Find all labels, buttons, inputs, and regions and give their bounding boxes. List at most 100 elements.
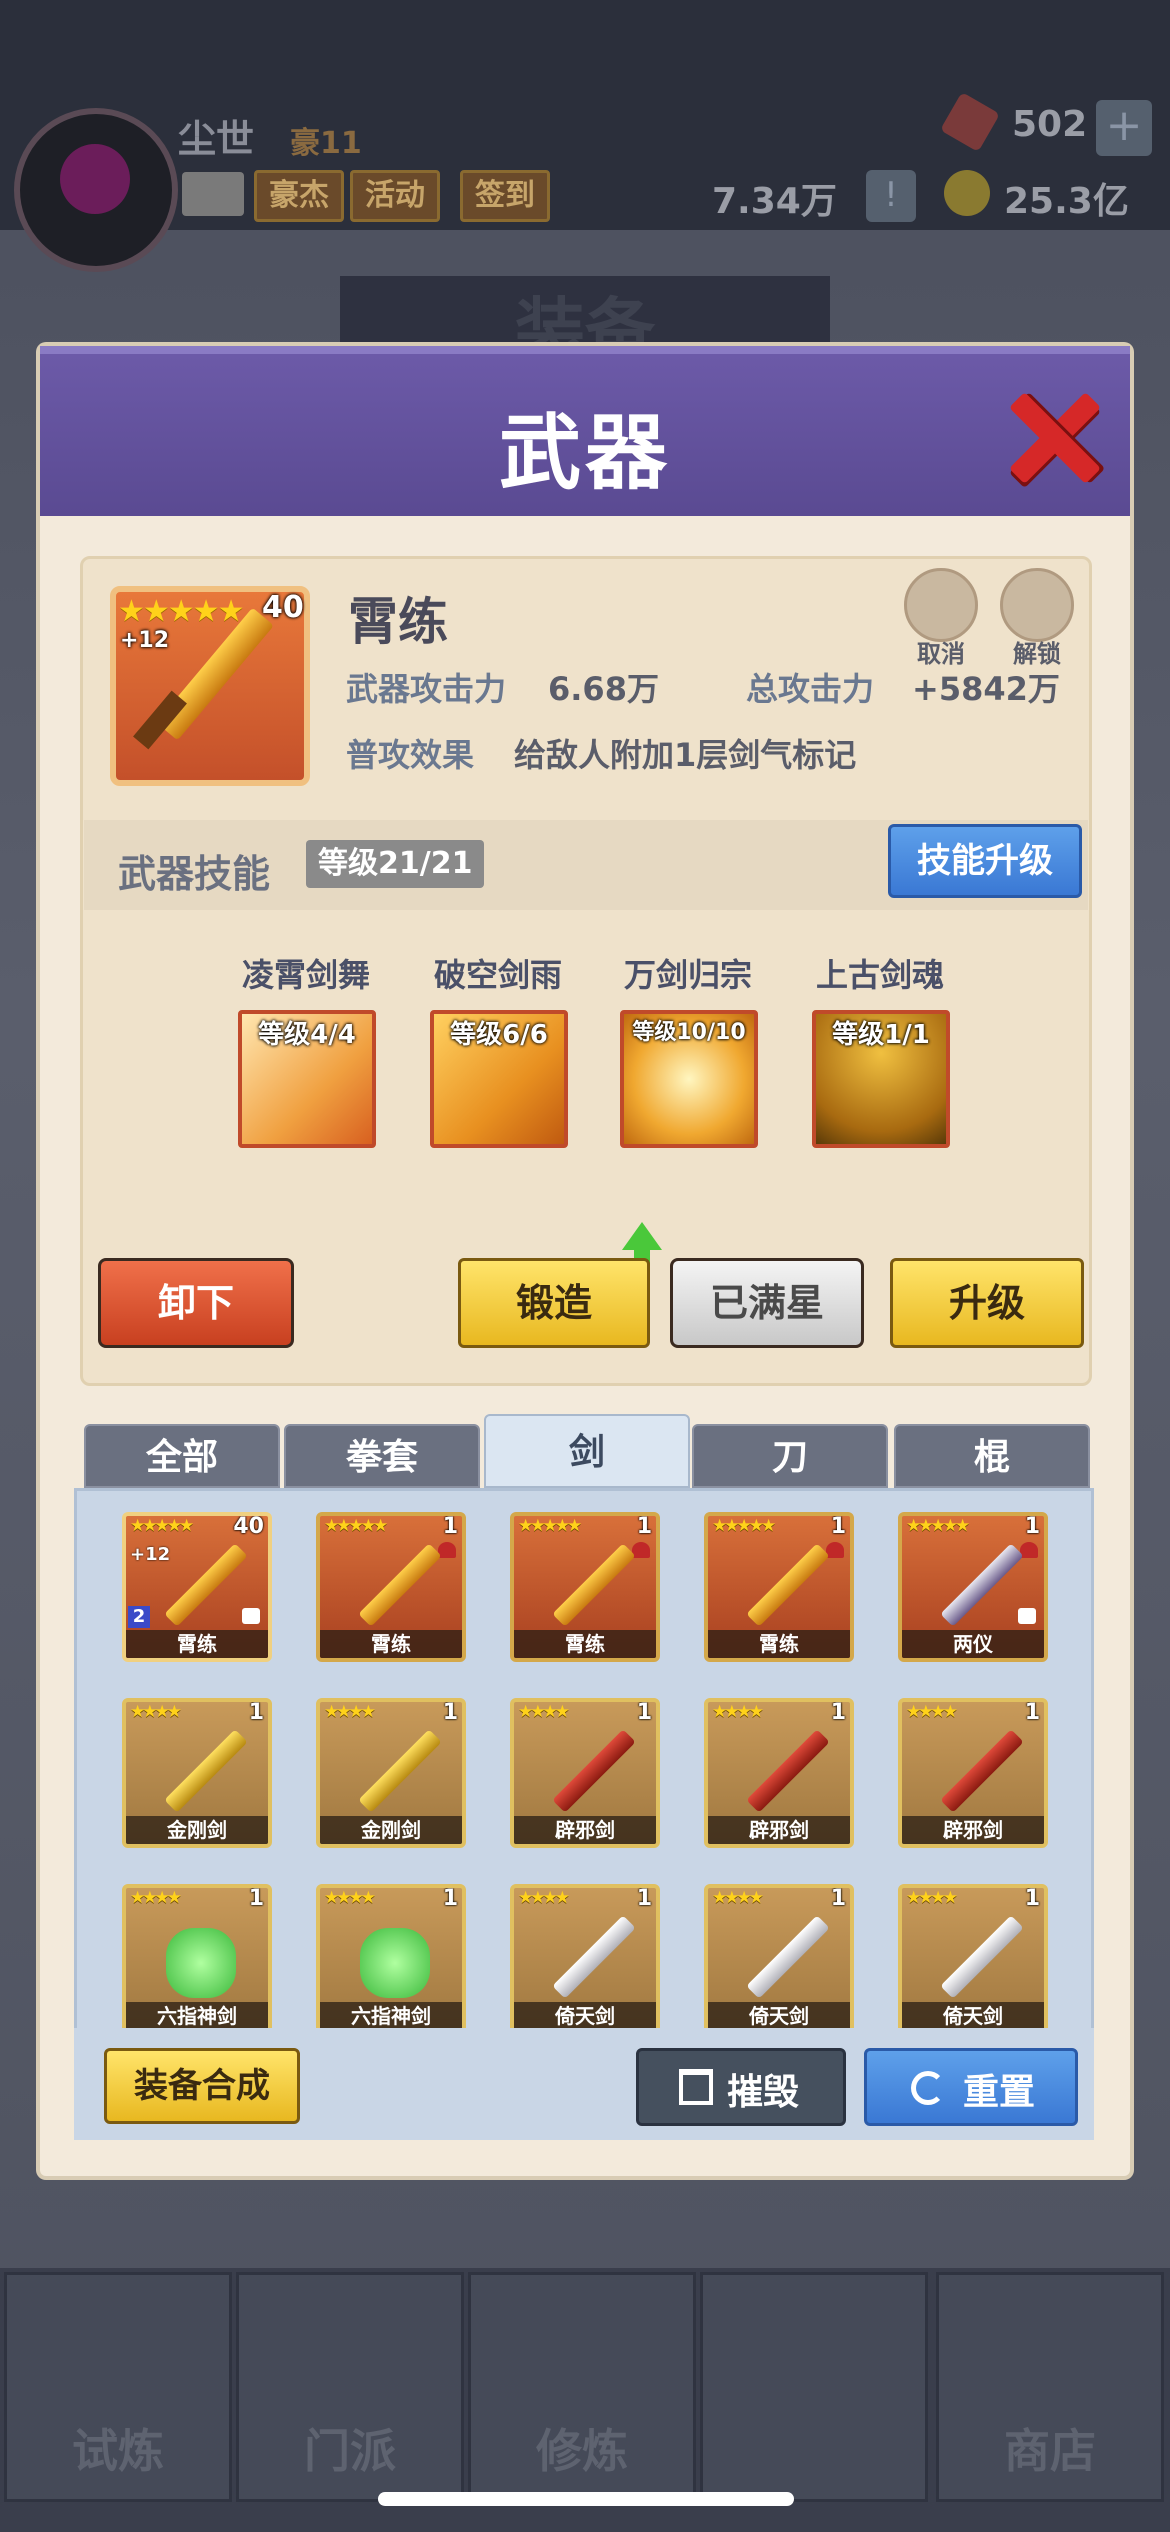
tag-checkin[interactable]: 签到 xyxy=(460,170,550,222)
destroy-label: 摧毁 xyxy=(727,2072,800,2113)
attack-label: 武器攻击力 xyxy=(346,670,507,708)
mail-icon[interactable] xyxy=(182,172,244,216)
slot-level: 1 xyxy=(248,1700,264,1725)
sword-icon xyxy=(746,1729,830,1813)
inventory-slot[interactable]: ★★★★★ 1 霄练 xyxy=(510,1512,660,1662)
sword-icon xyxy=(552,1543,636,1627)
slot-level: 1 xyxy=(830,1886,846,1911)
inventory-slot[interactable]: ★★★★★ 1 霄练 xyxy=(704,1512,854,1662)
forge-button[interactable]: 锻造 xyxy=(458,1258,650,1348)
reset-label: 重置 xyxy=(963,2072,1036,2113)
add-gems-button[interactable]: + xyxy=(1096,100,1152,156)
unequip-button[interactable]: 卸下 xyxy=(98,1258,294,1348)
nav-trial[interactable]: 试炼 xyxy=(4,2272,232,2502)
tab-staff[interactable]: 棍 xyxy=(894,1424,1090,1488)
sword-icon xyxy=(358,1543,442,1627)
heart-icon xyxy=(1020,1542,1038,1558)
reset-button[interactable]: 重置 xyxy=(864,2048,1078,2126)
sword-icon xyxy=(746,1543,830,1627)
lock-icon[interactable] xyxy=(1000,568,1074,642)
inventory-slot[interactable]: ★★★★ 1 六指神剑 xyxy=(122,1884,272,2034)
skills-title: 武器技能 xyxy=(118,852,271,896)
inventory-slot[interactable]: ★★★★ 1 倚天剑 xyxy=(704,1884,854,2034)
upgrade-available-arrow-icon xyxy=(622,1222,662,1250)
slot-stars: ★★★★★ xyxy=(518,1516,582,1536)
close-icon[interactable] xyxy=(1006,390,1102,486)
refresh-icon xyxy=(911,2071,945,2105)
skills-level-badge: 等级21/21 xyxy=(306,840,485,888)
heart-icon xyxy=(826,1542,844,1558)
slot-count: 2 xyxy=(128,1606,150,1628)
total-attack-value: +5842万 xyxy=(912,670,1060,708)
player-avatar[interactable] xyxy=(14,108,178,272)
skill-icon-2[interactable]: 等级6/6 xyxy=(430,1010,568,1148)
slot-name: 六指神剑 xyxy=(126,2002,268,2030)
inventory-slot[interactable]: ★★★★ 1 倚天剑 xyxy=(510,1884,660,2034)
inventory-slot[interactable]: ★★★★★ 1 霄练 xyxy=(316,1512,466,1662)
nav-shop[interactable]: 商店 xyxy=(936,2272,1164,2502)
slot-level: 1 xyxy=(830,1700,846,1725)
skill-name-2: 破空剑雨 xyxy=(433,956,562,994)
inventory-slot[interactable]: ★★★★ 1 六指神剑 xyxy=(316,1884,466,2034)
inventory-slot[interactable]: ★★★★ 1 金刚剑 xyxy=(316,1698,466,1848)
combine-button[interactable]: 装备合成 xyxy=(104,2048,300,2124)
skill-icon-3[interactable]: 等级10/10 xyxy=(620,1010,758,1148)
skill-level-4: 等级1/1 xyxy=(832,1020,930,1050)
tab-sword[interactable]: 剑 xyxy=(484,1414,690,1488)
attack-value: 6.68万 xyxy=(548,670,659,708)
heart-icon xyxy=(632,1542,650,1558)
slot-name: 辟邪剑 xyxy=(708,1816,850,1844)
slot-level: 1 xyxy=(1024,1886,1040,1911)
inventory-slot[interactable]: ★★★★ 1 辟邪剑 xyxy=(510,1698,660,1848)
weapon-name: 霄练 xyxy=(348,593,448,651)
inventory-slot[interactable]: ★★★★★ 40 +12 2 霄练 xyxy=(122,1512,272,1662)
inventory-slot[interactable]: ★★★★★ 1 两仪 xyxy=(898,1512,1048,1662)
tag-events[interactable]: 活动 xyxy=(350,170,440,222)
slot-name: 倚天剑 xyxy=(708,2002,850,2030)
max-star-button[interactable]: 已满星 xyxy=(670,1258,864,1348)
lock-icon xyxy=(1018,1608,1036,1624)
skill-icon-1[interactable]: 等级4/4 xyxy=(238,1010,376,1148)
slot-name: 霄练 xyxy=(126,1630,268,1658)
skill-icon-4[interactable]: 等级1/1 xyxy=(812,1010,950,1148)
player-name: 尘世 xyxy=(178,117,255,161)
slot-stars: ★★★★ xyxy=(130,1888,182,1908)
coin-icon xyxy=(944,170,990,216)
nav-sect[interactable]: 门派 xyxy=(236,2272,464,2502)
power-info-button[interactable]: ! xyxy=(866,170,916,222)
slot-name: 辟邪剑 xyxy=(902,1816,1044,1844)
slot-stars: ★★★★ xyxy=(324,1702,376,1722)
tab-blade[interactable]: 刀 xyxy=(692,1424,888,1488)
skill-upgrade-button[interactable]: 技能升级 xyxy=(888,824,1082,898)
inventory-slot[interactable]: ★★★★ 1 辟邪剑 xyxy=(704,1698,854,1848)
slot-name: 倚天剑 xyxy=(902,2002,1044,2030)
nav-equipment[interactable] xyxy=(700,2272,928,2502)
slot-stars: ★★★★ xyxy=(906,1702,958,1722)
heart-icon[interactable] xyxy=(904,568,978,642)
nav-cultivate[interactable]: 修炼 xyxy=(468,2272,696,2502)
tab-all[interactable]: 全部 xyxy=(84,1424,280,1488)
slot-stars: ★★★★ xyxy=(130,1702,182,1722)
lock-icon xyxy=(242,1608,260,1624)
slot-level: 1 xyxy=(636,1700,652,1725)
inventory-slot[interactable]: ★★★★ 1 倚天剑 xyxy=(898,1884,1048,2034)
weapon-level: 40 xyxy=(262,590,304,625)
tag-haojie[interactable]: 豪杰 xyxy=(254,170,344,222)
slot-level: 1 xyxy=(636,1514,652,1539)
power-value: 7.34万 xyxy=(712,181,837,222)
gem-count: 502 xyxy=(1012,104,1088,145)
skill-level-1: 等级4/4 xyxy=(258,1020,356,1050)
inventory-slot[interactable]: ★★★★ 1 辟邪剑 xyxy=(898,1698,1048,1848)
slot-name: 霄练 xyxy=(514,1630,656,1658)
destroy-button[interactable]: 摧毁 xyxy=(636,2048,846,2126)
sword-icon xyxy=(552,1729,636,1813)
upgrade-button[interactable]: 升级 xyxy=(890,1258,1084,1348)
slot-name: 六指神剑 xyxy=(320,2002,462,2030)
tab-gauntlet[interactable]: 拳套 xyxy=(284,1424,480,1488)
slot-level: 1 xyxy=(442,1886,458,1911)
sword-icon xyxy=(940,1543,1024,1627)
slot-stars: ★★★★ xyxy=(906,1888,958,1908)
heart-icon xyxy=(438,1542,456,1558)
inventory-slot[interactable]: ★★★★ 1 金刚剑 xyxy=(122,1698,272,1848)
modal-title: 武器 xyxy=(498,406,671,501)
